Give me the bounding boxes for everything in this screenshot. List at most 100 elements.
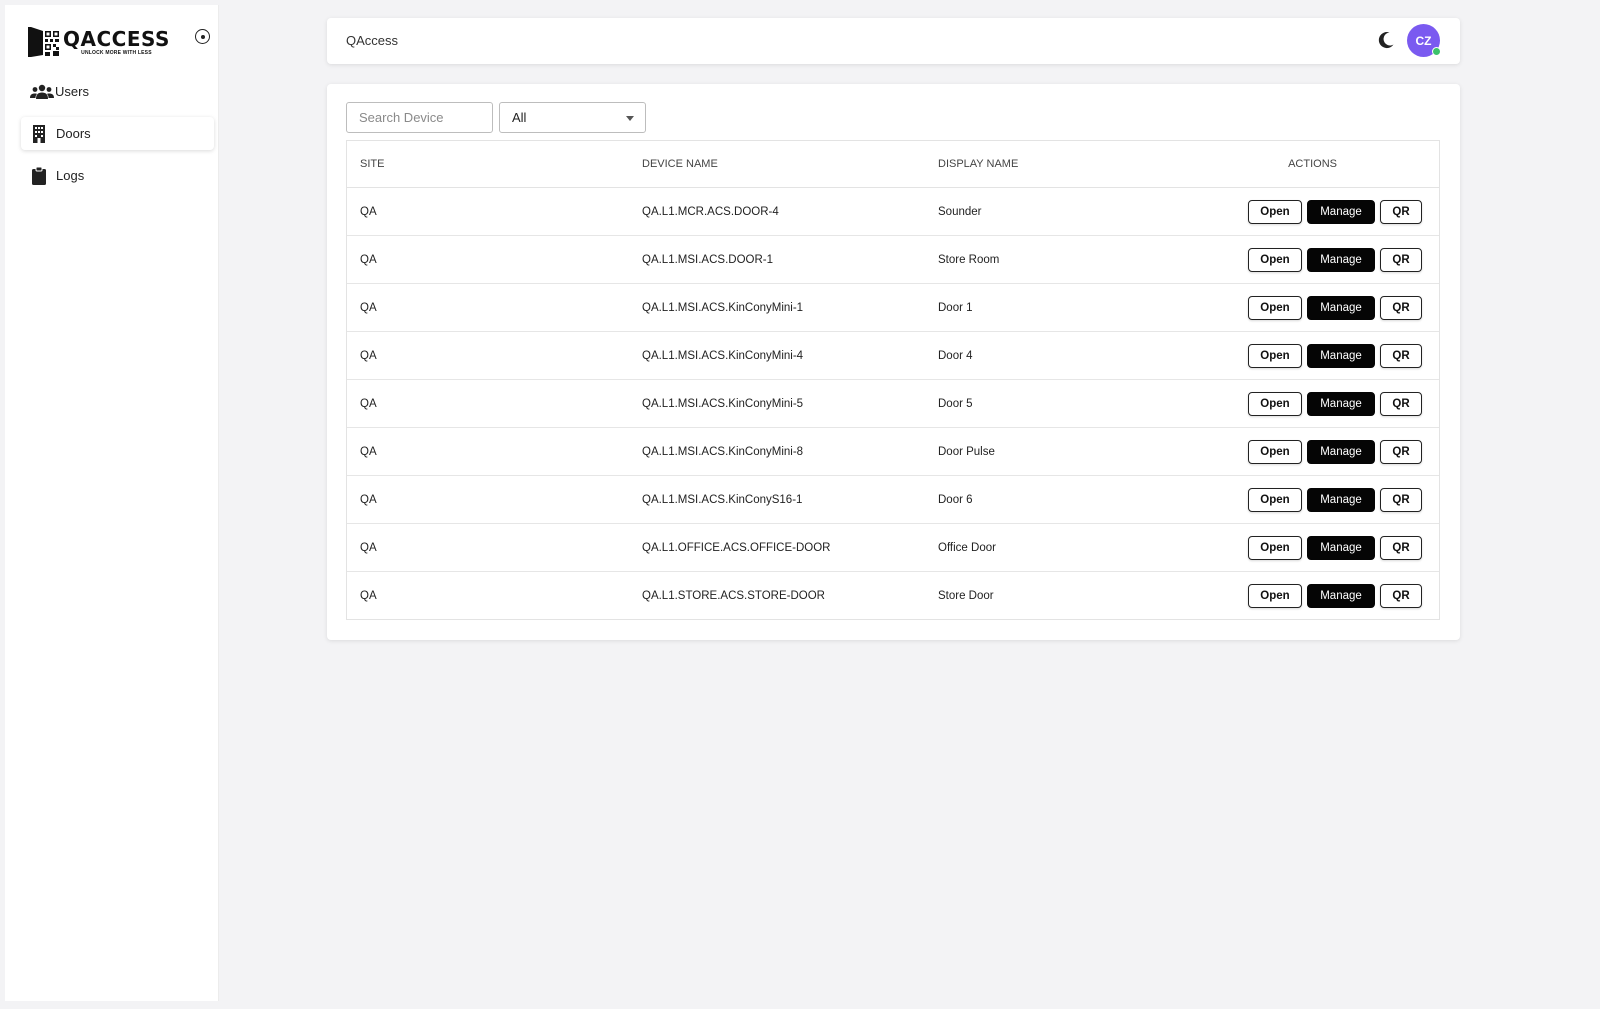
column-header-actions: ACTIONS — [1288, 158, 1337, 170]
column-header-site[interactable]: SITE — [347, 158, 642, 170]
qr-button[interactable]: QR — [1380, 247, 1422, 272]
open-button[interactable]: Open — [1248, 487, 1302, 512]
cell-device-name: QA.L1.MSI.ACS.KinConyMini-5 — [642, 397, 804, 410]
site-filter-value: All — [512, 110, 527, 125]
open-button[interactable]: Open — [1248, 391, 1302, 416]
cell-actions: Open Manage QR — [1230, 584, 1439, 608]
cell-site: QA — [360, 349, 377, 362]
sidebar-item-label: Users — [55, 84, 89, 99]
avatar-initials: CZ — [1415, 33, 1432, 48]
qr-button[interactable]: QR — [1380, 391, 1422, 416]
manage-button[interactable]: Manage — [1307, 247, 1375, 272]
cell-display-name: Door Pulse — [938, 445, 995, 458]
page-title: QAccess — [346, 33, 399, 48]
qr-button[interactable]: QR — [1380, 439, 1422, 464]
column-header-device-name[interactable]: DEVICE NAME — [642, 158, 938, 170]
brand-name: QACCESS — [63, 26, 170, 51]
cell-display-name: Store Room — [938, 253, 1000, 266]
cell-display-name: Door 4 — [938, 349, 973, 362]
cell-actions: Open Manage QR — [1230, 391, 1439, 416]
table-row: QA QA.L1.MSI.ACS.DOOR-1 Store Room Open … — [347, 236, 1439, 284]
open-button[interactable]: Open — [1248, 535, 1302, 560]
cell-display-name: Door 6 — [938, 493, 973, 506]
cell-site: QA — [360, 590, 377, 602]
cell-actions: Open Manage QR — [1230, 439, 1439, 464]
open-button[interactable]: Open — [1248, 439, 1302, 464]
building-icon — [30, 124, 48, 143]
qr-button[interactable]: QR — [1380, 295, 1422, 320]
manage-button[interactable]: Manage — [1307, 391, 1375, 416]
clipboard-icon — [30, 166, 48, 185]
site-filter-select[interactable]: All — [499, 102, 646, 133]
sidebar-item-label: Logs — [56, 168, 85, 183]
manage-button[interactable]: Manage — [1307, 439, 1375, 464]
table-row: QA QA.L1.MCR.ACS.DOOR-4 Sounder Open Man… — [347, 188, 1439, 236]
cell-display-name: Door 5 — [938, 397, 973, 410]
cell-actions: Open Manage QR — [1230, 535, 1439, 560]
cell-device-name: QA.L1.MSI.ACS.KinConyMini-8 — [642, 445, 804, 458]
column-header-display-name[interactable]: DISPLAY NAME — [938, 158, 1230, 170]
table-header: SITE DEVICE NAME DISPLAY NAME ACTIONS — [347, 141, 1439, 188]
online-status-indicator — [1432, 47, 1441, 56]
open-button[interactable]: Open — [1248, 343, 1302, 368]
sidebar-item-label: Doors — [56, 126, 91, 141]
cell-site: QA — [360, 493, 377, 506]
sidebar: QACCESS UNLOCK MORE WITH LESS Users Door… — [5, 5, 219, 1001]
cell-actions: Open Manage QR — [1230, 295, 1439, 320]
manage-button[interactable]: Manage — [1307, 295, 1375, 320]
cell-device-name: QA.L1.MSI.ACS.KinConyS16-1 — [642, 493, 803, 506]
table-row: QA QA.L1.MSI.ACS.KinConyMini-5 Door 5 Op… — [347, 380, 1439, 428]
brand-tagline: UNLOCK MORE WITH LESS — [81, 49, 152, 56]
manage-button[interactable]: Manage — [1307, 535, 1375, 560]
top-header: QAccess CZ — [327, 18, 1460, 64]
brand-logo[interactable]: QACCESS UNLOCK MORE WITH LESS — [27, 25, 170, 59]
open-button[interactable]: Open — [1248, 584, 1302, 608]
cell-device-name: QA.L1.STORE.ACS.STORE-DOOR — [642, 590, 825, 602]
manage-button[interactable]: Manage — [1307, 199, 1375, 224]
cell-actions: Open Manage QR — [1230, 343, 1439, 368]
manage-button[interactable]: Manage — [1307, 343, 1375, 368]
sidebar-item-users[interactable]: Users — [21, 75, 214, 108]
sidebar-item-doors[interactable]: Doors — [21, 117, 214, 150]
table-row: QA QA.L1.MSI.ACS.KinConyMini-8 Door Puls… — [347, 428, 1439, 476]
manage-button[interactable]: Manage — [1307, 487, 1375, 512]
cell-device-name: QA.L1.OFFICE.ACS.OFFICE-DOOR — [642, 541, 831, 554]
doors-card: All SITE DEVICE NAME DISPLAY NAME ACTION… — [327, 84, 1460, 640]
table-row: QA QA.L1.MSI.ACS.KinConyS16-1 Door 6 Ope… — [347, 476, 1439, 524]
qr-button[interactable]: QR — [1380, 584, 1422, 608]
qr-button[interactable]: QR — [1380, 487, 1422, 512]
cell-site: QA — [360, 445, 377, 458]
open-button[interactable]: Open — [1248, 247, 1302, 272]
cell-device-name: QA.L1.MSI.ACS.DOOR-1 — [642, 253, 774, 266]
caret-down-icon — [626, 116, 634, 121]
table-row: QA QA.L1.MSI.ACS.KinConyMini-4 Door 4 Op… — [347, 332, 1439, 380]
moon-icon[interactable] — [1376, 30, 1396, 50]
cell-site: QA — [360, 541, 377, 554]
doors-table: SITE DEVICE NAME DISPLAY NAME ACTIONS QA… — [346, 140, 1440, 620]
search-device-input[interactable] — [346, 102, 493, 133]
table-row: QA QA.L1.STORE.ACS.STORE-DOOR Store Door… — [347, 572, 1439, 620]
table-row: QA QA.L1.OFFICE.ACS.OFFICE-DOOR Office D… — [347, 524, 1439, 572]
cell-device-name: QA.L1.MCR.ACS.DOOR-4 — [642, 205, 779, 218]
qr-door-logo-icon — [28, 27, 59, 57]
user-avatar[interactable]: CZ — [1407, 24, 1441, 57]
users-icon — [30, 83, 54, 101]
qr-button[interactable]: QR — [1380, 343, 1422, 368]
qr-button[interactable]: QR — [1380, 199, 1422, 224]
cell-display-name: Sounder — [938, 205, 982, 218]
brand-text: QACCESS UNLOCK MORE WITH LESS — [63, 29, 170, 56]
manage-button[interactable]: Manage — [1307, 584, 1375, 608]
open-button[interactable]: Open — [1248, 199, 1302, 224]
open-button[interactable]: Open — [1248, 295, 1302, 320]
sidebar-nav: Users Doors Logs — [21, 75, 214, 201]
cell-actions: Open Manage QR — [1230, 199, 1439, 224]
cell-actions: Open Manage QR — [1230, 487, 1439, 512]
sidebar-collapse-toggle-icon[interactable] — [195, 29, 210, 44]
cell-site: QA — [360, 301, 377, 314]
cell-device-name: QA.L1.MSI.ACS.KinConyMini-4 — [642, 349, 804, 362]
cell-site: QA — [360, 205, 377, 218]
cell-site: QA — [360, 253, 377, 266]
qr-button[interactable]: QR — [1380, 535, 1422, 560]
sidebar-item-logs[interactable]: Logs — [21, 159, 214, 192]
cell-display-name: Office Door — [938, 541, 996, 554]
